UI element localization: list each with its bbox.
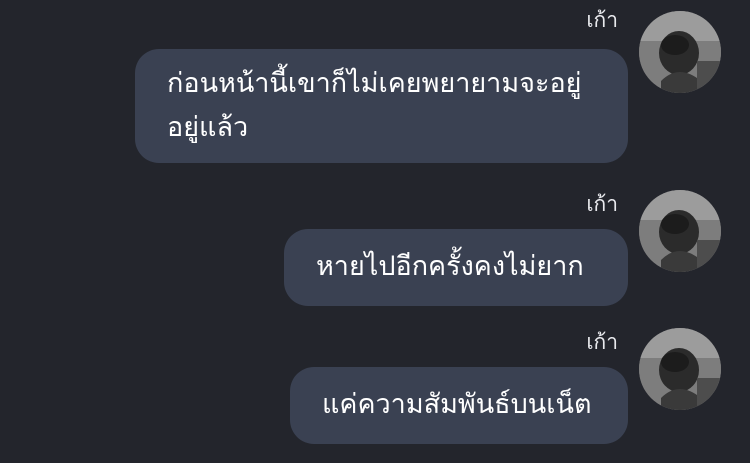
avatar[interactable] bbox=[639, 328, 721, 410]
message-bubble[interactable]: แค่ความสัมพันธ์บนเน็ต bbox=[290, 367, 628, 444]
sender-name: เก้า bbox=[586, 8, 618, 32]
avatar-photo-icon bbox=[639, 190, 721, 272]
message-text-line: อยู่แล้ว bbox=[167, 112, 249, 143]
message-text-line: ก่อนหน้านี้เขาก็ไม่เคยพยายามจะอยู่ bbox=[167, 68, 582, 99]
sender-name: เก้า bbox=[586, 192, 618, 216]
avatar[interactable] bbox=[639, 190, 721, 272]
chat-thread: เก้า ก่อนหน้านี้เขาก็ไม่เคยพยายามจะอยู่ … bbox=[0, 0, 750, 463]
avatar-photo-icon bbox=[639, 11, 721, 93]
avatar[interactable] bbox=[639, 11, 721, 93]
message-bubble[interactable]: หายไปอีกครั้งคงไม่ยาก bbox=[284, 229, 628, 306]
message-text-line: หายไปอีกครั้งคงไม่ยาก bbox=[316, 251, 584, 282]
sender-name: เก้า bbox=[586, 330, 618, 354]
message-bubble[interactable]: ก่อนหน้านี้เขาก็ไม่เคยพยายามจะอยู่ อยู่แ… bbox=[135, 49, 628, 163]
message-text-line: แค่ความสัมพันธ์บนเน็ต bbox=[322, 389, 592, 420]
avatar-photo-icon bbox=[639, 328, 721, 410]
